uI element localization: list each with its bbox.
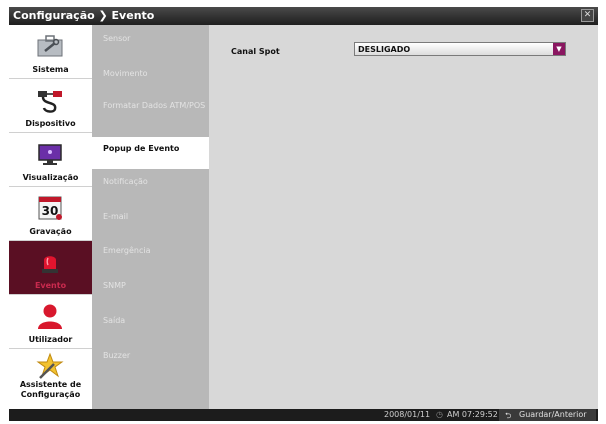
window-title: Configuração ❯ Evento (13, 9, 155, 22)
status-bar: 2008/01/11 ◷ AM 07:29:52 ⮌ Guardar/Anter… (9, 409, 598, 421)
toolbox-icon (37, 35, 63, 57)
title-bar: Configuração ❯ Evento ✕ (9, 7, 598, 25)
sidebar-item-utilizador[interactable]: Utilizador (9, 295, 92, 349)
canal-spot-label: Canal Spot (231, 47, 280, 56)
submenu-item-emergencia[interactable]: Emergência (92, 245, 209, 257)
wizard-icon (36, 352, 64, 379)
calendar-icon: 30 (38, 196, 62, 220)
sidebar-item-visualizacao[interactable]: Visualização (9, 133, 92, 187)
cable-icon (38, 91, 62, 113)
sidebar-item-label: Assistente de Configuração (19, 380, 82, 399)
dropdown-arrow-icon[interactable]: ▼ (553, 43, 565, 55)
submenu-item-buzzer[interactable]: Buzzer (92, 350, 209, 362)
event-submenu: Sensor Movimento Formatar Dados ATM/POS … (92, 25, 209, 409)
submenu-item-snmp[interactable]: SNMP (92, 280, 209, 292)
close-button[interactable]: ✕ (581, 9, 594, 22)
canal-spot-dropdown[interactable]: DESLIGADO ▼ (354, 42, 566, 56)
sidebar-item-label: Gravação (29, 227, 72, 236)
sidebar-item-evento[interactable]: Evento (9, 241, 92, 295)
return-arrow-icon: ⮌ (505, 411, 512, 420)
submenu-item-sensor[interactable]: Sensor (92, 33, 209, 45)
sidebar-item-label: Utilizador (28, 335, 73, 344)
save-back-label: Guardar/Anterior (519, 410, 587, 419)
sidebar-item-label: Evento (34, 281, 67, 290)
category-sidebar: Sistema Dispositivo Visualização 30 Grav… (9, 25, 92, 409)
sidebar-item-gravacao[interactable]: 30 Gravação (9, 187, 92, 241)
sidebar-item-sistema[interactable]: Sistema (9, 25, 92, 79)
sidebar-item-label: Sistema (32, 65, 69, 74)
sidebar-item-label: Dispositivo (25, 119, 76, 128)
user-icon (38, 304, 62, 329)
save-back-button[interactable]: ⮌ Guardar/Anterior (499, 409, 596, 421)
submenu-item-notificacao[interactable]: Notificação (92, 176, 209, 188)
settings-panel: Canal Spot DESLIGADO ▼ (209, 25, 598, 409)
canal-spot-value: DESLIGADO (358, 45, 411, 54)
clock-icon: ◷ (436, 410, 443, 419)
sidebar-item-label: Visualização (22, 173, 79, 182)
sidebar-item-assistente[interactable]: Assistente de Configuração (9, 349, 92, 409)
submenu-item-movimento[interactable]: Movimento (92, 68, 209, 80)
status-time: AM 07:29:52 (447, 410, 498, 419)
submenu-item-formatar-dados[interactable]: Formatar Dados ATM/POS (92, 100, 209, 112)
submenu-item-saida[interactable]: Saída (92, 315, 209, 327)
submenu-item-email[interactable]: E-mail (92, 211, 209, 223)
siren-icon (42, 256, 58, 273)
sidebar-item-dispositivo[interactable]: Dispositivo (9, 79, 92, 133)
monitor-icon (38, 144, 62, 165)
settings-window: Configuração ❯ Evento ✕ Sistema Disposit… (9, 7, 598, 421)
submenu-item-popup-evento[interactable]: Popup de Evento (92, 137, 209, 169)
status-date: 2008/01/11 (384, 410, 431, 419)
close-icon: ✕ (583, 10, 592, 20)
calendar-day-text: 30 (42, 204, 59, 218)
